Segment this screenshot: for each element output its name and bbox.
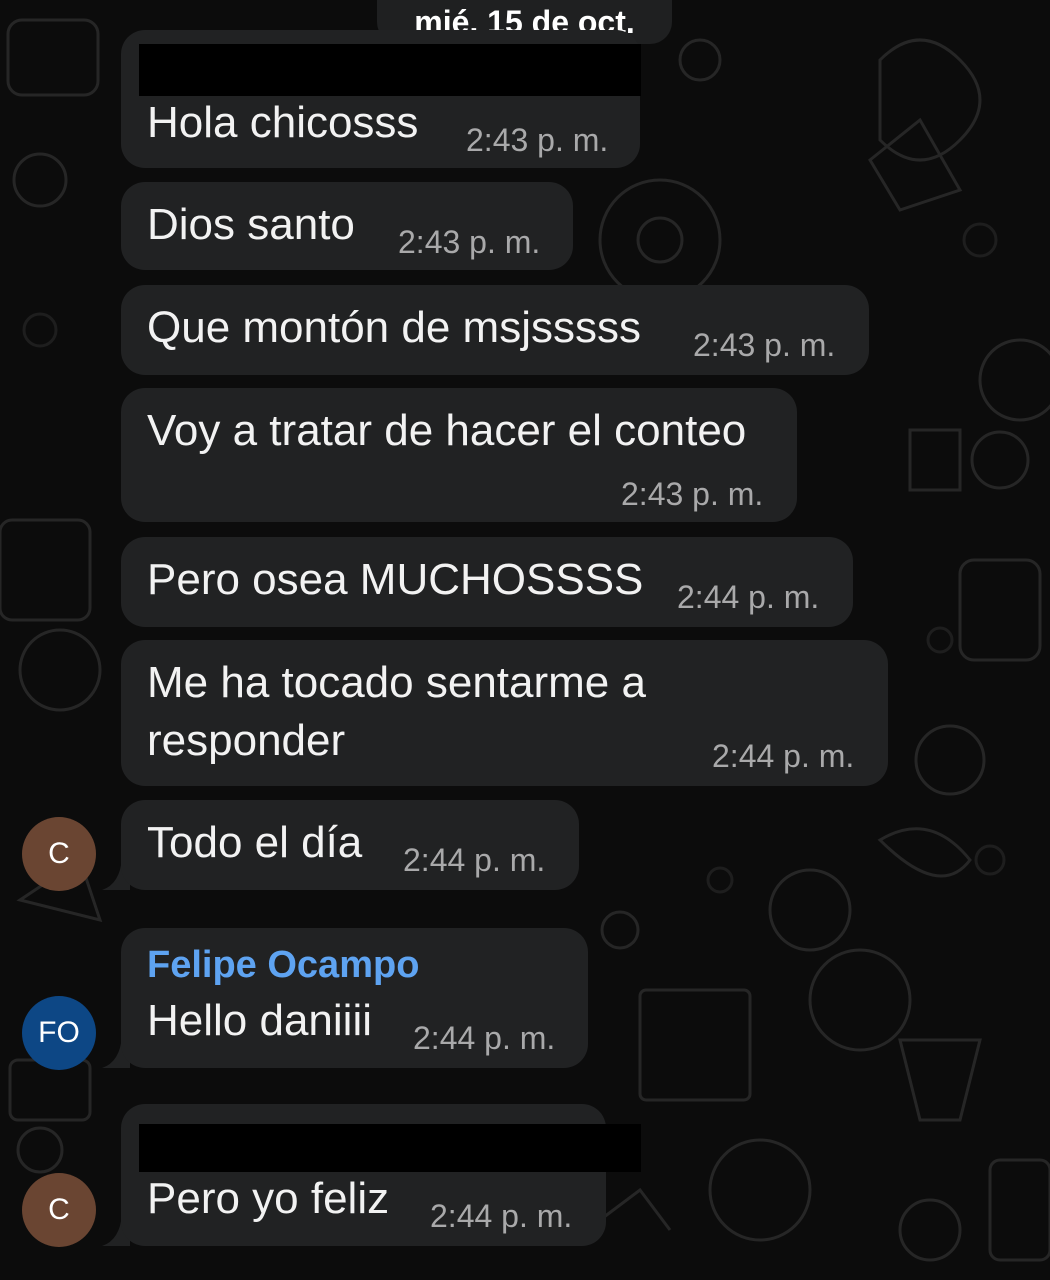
message-bubble[interactable]: Felipe Ocampo Hello daniiii 2:44 p. m.	[121, 928, 588, 1068]
message-text: Pero yo feliz	[147, 1174, 390, 1223]
message-time: 2:44 p. m.	[712, 738, 855, 774]
message-bubble[interactable]: Me ha tocado sentarme a responder 2:44 p…	[121, 640, 888, 786]
message-text: Hello daniiii	[147, 996, 373, 1045]
sender-name[interactable]: Felipe Ocampo	[147, 944, 419, 987]
message-text: Todo el día	[147, 818, 363, 867]
message-bubble[interactable]: Hola chicosss 2:43 p. m.	[121, 30, 641, 168]
message-time: 2:43 p. m.	[398, 224, 541, 260]
message-time: 2:43 p. m.	[693, 327, 836, 363]
message-text-line-1: Me ha tocado sentarme a	[147, 658, 646, 707]
avatar-initials: FO	[38, 1016, 80, 1049]
message-bubble[interactable]: Dios santo 2:43 p. m.	[121, 182, 573, 270]
message-text-line-2: responder	[147, 716, 346, 765]
message-time: 2:44 p. m.	[677, 579, 820, 615]
message-time: 2:44 p. m.	[430, 1198, 573, 1234]
avatar[interactable]: C	[22, 817, 96, 891]
avatar[interactable]: C	[22, 1173, 96, 1247]
message-text: Pero osea MUCHOSSSS	[147, 555, 644, 604]
avatar-initials: C	[48, 1193, 70, 1226]
message-text: Hola chicosss	[147, 98, 419, 147]
message-bubble[interactable]: Todo el día 2:44 p. m.	[121, 800, 579, 890]
message-time: 2:43 p. m.	[466, 122, 609, 158]
message-bubble[interactable]: Voy a tratar de hacer el conteo 2:43 p. …	[121, 388, 797, 522]
message-time: 2:44 p. m.	[413, 1020, 556, 1056]
avatar-initials: C	[48, 837, 70, 870]
message-bubble[interactable]: Pero yo feliz 2:44 p. m.	[121, 1104, 641, 1246]
message-time: 2:44 p. m.	[403, 842, 546, 878]
redacted-quoted-message	[139, 44, 641, 96]
message-bubble[interactable]: Que montón de msjsssss 2:43 p. m.	[121, 285, 869, 375]
message-bubble[interactable]: Pero osea MUCHOSSSS 2:44 p. m.	[121, 537, 853, 627]
message-text: Dios santo	[147, 200, 355, 249]
message-text: Voy a tratar de hacer el conteo	[147, 406, 747, 455]
redacted-quoted-message	[139, 1124, 641, 1172]
message-time: 2:43 p. m.	[621, 476, 764, 512]
avatar[interactable]: FO	[22, 996, 96, 1070]
message-text: Que montón de msjsssss	[147, 303, 641, 352]
